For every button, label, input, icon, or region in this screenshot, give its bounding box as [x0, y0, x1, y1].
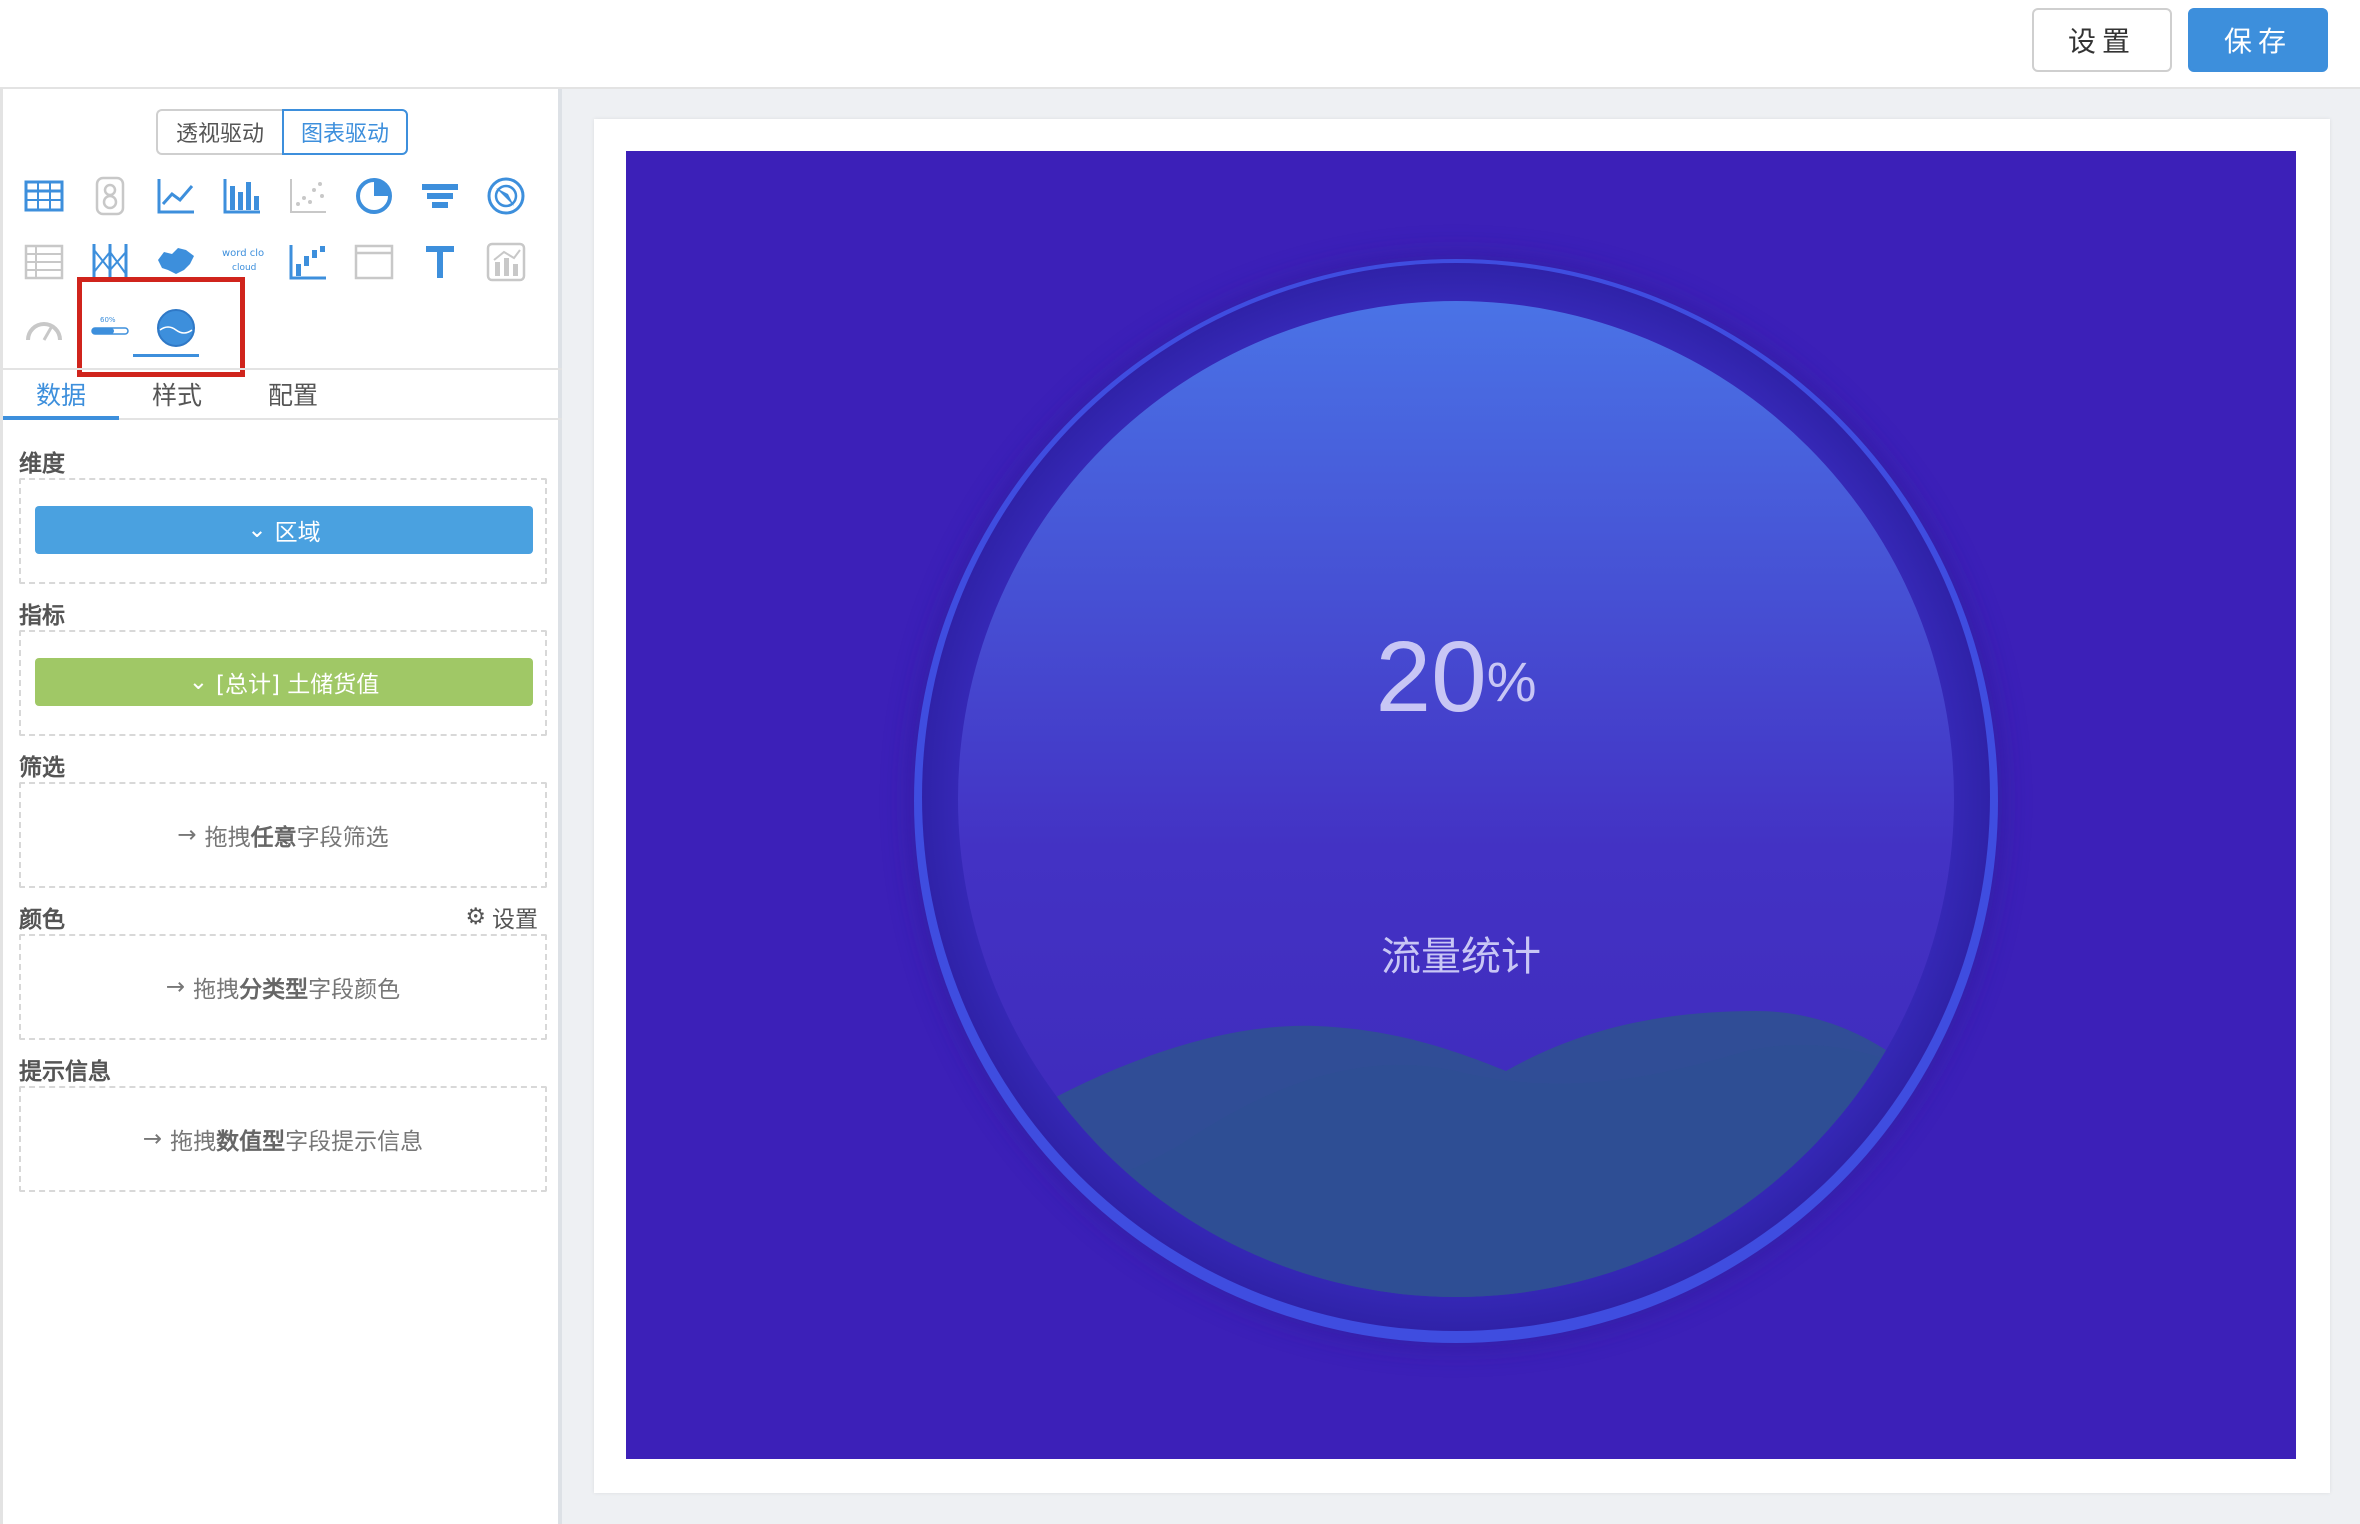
arrow-right-icon: →	[165, 974, 186, 1000]
pie-chart-icon[interactable]	[347, 169, 401, 223]
config-tabs: 数据 样式 配置	[3, 368, 562, 420]
combo-chart-icon[interactable]	[479, 235, 533, 289]
filter-hint: → 拖拽任意字段筛选	[177, 822, 389, 851]
liquid-fill-chart[interactable]: 20% 流量统计	[626, 151, 2296, 1459]
color-label: 颜色	[19, 907, 65, 933]
top-toolbar: 设置 保存	[0, 0, 2360, 89]
scatter-icon[interactable]	[281, 169, 335, 223]
pivot-drive-button[interactable]: 透视驱动	[156, 109, 282, 155]
tooltip-dropzone[interactable]: → 拖拽数值型字段提示信息	[19, 1086, 547, 1192]
annotation-highlight-box	[77, 277, 245, 377]
bar-chart-icon[interactable]	[215, 169, 269, 223]
radar-icon[interactable]	[479, 169, 533, 223]
chart-config-sidebar: 透视驱动 图表驱动 word clo cloud 60% 数据 样式 配置 维度…	[0, 89, 562, 1524]
color-settings-link[interactable]: ⚙ 设置	[465, 900, 538, 934]
tooltip-label: 提示信息	[19, 1059, 111, 1085]
table-icon[interactable]	[17, 169, 71, 223]
settings-button[interactable]: 设置	[2032, 8, 2172, 72]
tab-config[interactable]: 配置	[235, 370, 351, 418]
line-chart-icon[interactable]	[149, 169, 203, 223]
chart-drive-button[interactable]: 图表驱动	[282, 109, 408, 155]
canvas-area: 20% 流量统计	[562, 89, 2360, 1524]
gear-icon: ⚙	[465, 904, 486, 930]
dimension-field-pill[interactable]: ⌄ 区域	[35, 506, 533, 554]
measure-field-pill[interactable]: ⌄ [总计] 土储货值	[35, 658, 533, 706]
liquid-label: 流量统计	[1381, 934, 1541, 980]
svg-text:cloud: cloud	[232, 263, 256, 273]
cross-table-icon[interactable]	[17, 235, 71, 289]
color-dropzone[interactable]: → 拖拽分类型字段颜色	[19, 934, 547, 1040]
color-hint: → 拖拽分类型字段颜色	[165, 974, 401, 1003]
arrow-right-icon: →	[142, 1126, 163, 1152]
measure-field-label: [总计] 土储货值	[216, 672, 380, 698]
arrow-right-icon: →	[177, 822, 197, 848]
filter-label: 筛选	[19, 755, 65, 781]
chart-paper: 20% 流量统计	[594, 119, 2330, 1493]
svg-text:word cloud: word cloud	[222, 248, 264, 259]
gauge-icon[interactable]	[17, 301, 71, 355]
number-card-icon[interactable]	[83, 169, 137, 223]
measure-dropzone[interactable]: ⌄ [总计] 土储货值	[19, 630, 547, 736]
drive-mode-toggle: 透视驱动 图表驱动	[156, 109, 408, 155]
text-icon[interactable]	[413, 235, 467, 289]
tooltip-hint: → 拖拽数值型字段提示信息	[142, 1126, 424, 1155]
save-button[interactable]: 保存	[2188, 8, 2328, 72]
dimension-label: 维度	[19, 451, 65, 477]
tab-data[interactable]: 数据	[3, 370, 119, 420]
dimension-dropzone[interactable]: ⌄ 区域	[19, 478, 547, 584]
funnel-icon[interactable]	[413, 169, 467, 223]
dimension-field-label: 区域	[274, 520, 321, 546]
frame-icon[interactable]	[347, 235, 401, 289]
measure-label: 指标	[19, 603, 65, 629]
chevron-down-icon: ⌄	[247, 517, 267, 543]
tab-style[interactable]: 样式	[119, 370, 235, 418]
waterfall-icon[interactable]	[281, 235, 335, 289]
chevron-down-icon: ⌄	[188, 669, 208, 695]
filter-dropzone[interactable]: → 拖拽任意字段筛选	[19, 782, 547, 888]
